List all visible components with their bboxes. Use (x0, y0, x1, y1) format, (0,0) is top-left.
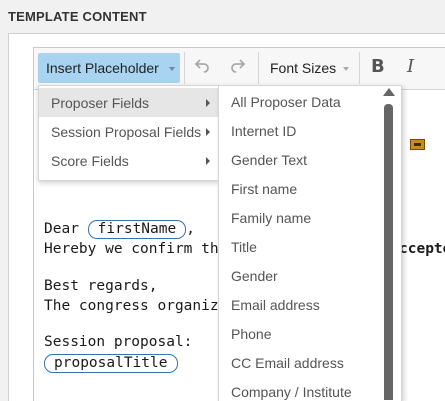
field-item-family-name[interactable]: Family name (231, 210, 311, 226)
menu-item-score-fields[interactable]: Score Fields (39, 146, 219, 175)
placeholder-category-menu: Proposer Fields Session Proposal Fields … (38, 85, 220, 181)
section-title: TEMPLATE CONTENT (8, 9, 147, 24)
field-item-all-proposer-data[interactable]: All Proposer Data (231, 94, 341, 110)
chevron-right-icon (206, 157, 210, 165)
menu-item-label: Score Fields (51, 152, 129, 169)
redo-icon[interactable] (230, 57, 246, 78)
field-item-gender-text[interactable]: Gender Text (231, 152, 307, 168)
scroll-up-arrow-icon[interactable] (383, 88, 395, 96)
proposer-fields-menu: All Proposer Data Internet ID Gender Tex… (218, 85, 402, 401)
font-sizes-label: Font Sizes (270, 60, 337, 76)
greeting-text: Dear (44, 221, 79, 237)
field-item-cc-email-address[interactable]: CC Email address (231, 355, 344, 371)
proposal-line: proposalTitle (44, 354, 178, 373)
insert-placeholder-button[interactable]: Insert Placeholder (38, 53, 180, 83)
chevron-right-icon (206, 99, 210, 107)
session-label: Session proposal: (44, 334, 193, 350)
toolbar-separator (258, 52, 259, 84)
insert-placeholder-label: Insert Placeholder (46, 60, 159, 76)
chevron-right-icon (206, 128, 210, 136)
editor-toolbar: Insert Placeholder Font Sizes B I (34, 48, 445, 90)
bold-button[interactable]: B (371, 56, 385, 77)
field-item-first-name[interactable]: First name (231, 181, 297, 197)
menu-item-proposer-fields[interactable]: Proposer Fields (39, 88, 219, 117)
placeholder-pill-proposaltitle[interactable]: proposalTitle (44, 354, 178, 373)
field-item-email-address[interactable]: Email address (231, 297, 320, 313)
chevron-down-icon (343, 67, 349, 71)
undo-icon[interactable] (194, 57, 210, 78)
greeting-suffix: , (186, 221, 195, 237)
menu-item-session-proposal-fields[interactable]: Session Proposal Fields (39, 117, 219, 146)
field-item-company-institute[interactable]: Company / Institute (231, 384, 352, 400)
field-item-gender[interactable]: Gender (231, 268, 278, 284)
toolbar-separator (359, 52, 360, 84)
chevron-down-icon (169, 67, 175, 71)
confirmation-text-overflow: ccepte (399, 241, 445, 257)
field-item-internet-id[interactable]: Internet ID (231, 123, 296, 139)
font-sizes-dropdown[interactable]: Font Sizes (261, 53, 357, 83)
greeting-line: Dear firstName, (44, 220, 195, 239)
placeholder-pill-firstname[interactable]: firstName (87, 220, 187, 239)
image-icon[interactable] (410, 139, 425, 150)
field-item-title[interactable]: Title (231, 239, 257, 255)
field-item-phone[interactable]: Phone (231, 326, 271, 342)
closing-line: Best regards, (44, 278, 158, 294)
toolbar-separator (184, 52, 185, 84)
menu-item-label: Proposer Fields (51, 94, 150, 111)
menu-item-label: Session Proposal Fields (51, 123, 202, 140)
menu-scrollbar[interactable] (384, 104, 393, 400)
signature-line: The congress organizer (44, 298, 237, 314)
italic-button[interactable]: I (407, 56, 414, 77)
